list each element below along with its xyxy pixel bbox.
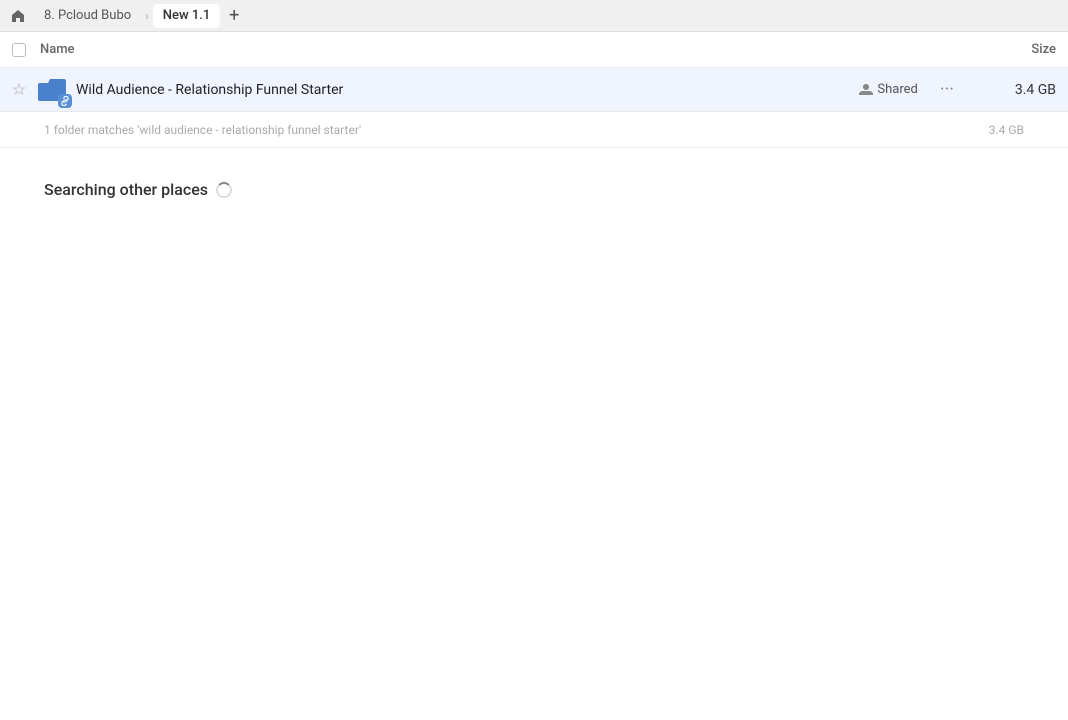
tab-pcloud-bubo[interactable]: 8. Pcloud Bubo [34, 4, 141, 28]
checkbox-icon [12, 43, 26, 57]
loading-spinner [216, 182, 232, 198]
size-column-header: Size [976, 42, 1056, 57]
home-tab[interactable] [4, 4, 32, 28]
tab-bar: 8. Pcloud Bubo › New 1.1 + [0, 0, 1068, 32]
tab-new-1-1[interactable]: New 1.1 [153, 4, 220, 28]
add-tab-button[interactable]: + [222, 4, 246, 28]
star-icon[interactable] [12, 83, 32, 97]
summary-row: 1 folder matches 'wild audience - relati… [0, 112, 1068, 148]
name-column-header: Name [40, 42, 976, 57]
link-badge-icon [58, 94, 72, 108]
tab-chevron: › [145, 9, 149, 23]
shared-badge: Shared [859, 82, 917, 97]
folder-icon [36, 74, 68, 106]
more-options-button[interactable]: ··· [934, 77, 960, 102]
file-list-row[interactable]: Wild Audience - Relationship Funnel Star… [0, 68, 1068, 112]
select-all-checkbox[interactable] [12, 43, 40, 57]
file-size: 3.4 GB [976, 82, 1056, 98]
summary-text: 1 folder matches 'wild audience - relati… [44, 123, 944, 137]
file-name: Wild Audience - Relationship Funnel Star… [76, 82, 859, 98]
summary-size: 3.4 GB [944, 123, 1024, 137]
searching-label: Searching other places [44, 180, 208, 199]
column-headers: Name Size [0, 32, 1068, 68]
searching-section: Searching other places [0, 148, 1068, 215]
